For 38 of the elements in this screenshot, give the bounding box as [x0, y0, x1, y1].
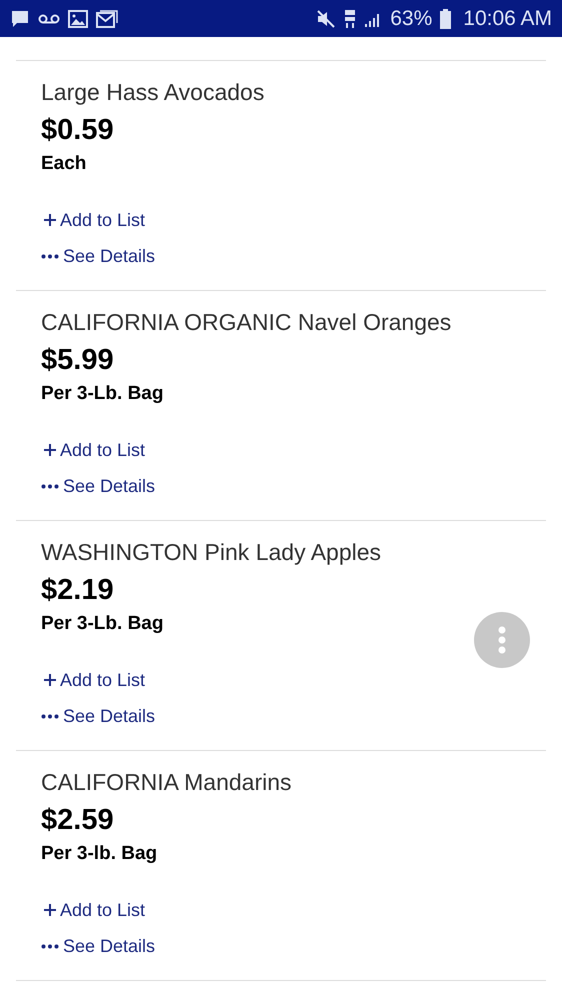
add-to-list-link[interactable]: Add to List: [41, 208, 146, 232]
product-name: WASHINGTON Pink Lady Apples: [41, 538, 382, 566]
more-icon: [41, 254, 59, 258]
see-details-link[interactable]: See Details: [41, 704, 156, 728]
product-name: CALIFORNIA Mandarins: [41, 768, 292, 796]
plus-icon: [44, 444, 56, 456]
more-icon: [41, 944, 59, 948]
message-icon: [10, 8, 30, 28]
price-unit: Per 3-Lb. Bag: [41, 613, 164, 635]
add-to-list-link[interactable]: Add to List: [41, 668, 146, 692]
add-to-list-link[interactable]: Add to List: [41, 438, 146, 462]
product-price: $0.59: [41, 113, 114, 147]
product-name: CALIFORNIA ORGANIC Navel Oranges: [41, 308, 452, 336]
product-price: $5.99: [41, 343, 114, 377]
mute-icon: [316, 10, 336, 28]
network-icon: [344, 8, 356, 28]
more-icon: [41, 484, 59, 488]
voicemail-icon: [38, 14, 60, 24]
see-details-link[interactable]: See Details: [41, 934, 156, 958]
product-name: Large Hass Avocados: [41, 78, 264, 106]
product-price: $2.19: [41, 573, 114, 607]
more-vertical-icon: [498, 626, 506, 654]
plus-icon: [44, 214, 56, 226]
battery-percentage: 63%: [390, 6, 432, 30]
price-unit: Per 3-lb. Bag: [41, 843, 158, 865]
mail-icon: [96, 10, 118, 28]
product-price: $2.59: [41, 803, 114, 837]
image-icon: [68, 10, 88, 28]
add-to-list-link[interactable]: Add to List: [41, 898, 146, 922]
price-unit: Per 3-Lb. Bag: [41, 383, 164, 405]
clock-time: 10:06 AM: [463, 6, 552, 30]
price-unit: Each: [41, 153, 86, 175]
plus-icon: [44, 674, 56, 686]
more-icon: [41, 714, 59, 718]
plus-icon: [44, 904, 56, 916]
see-details-link[interactable]: See Details: [41, 244, 156, 268]
battery-icon: [440, 8, 452, 28]
see-details-link[interactable]: See Details: [41, 474, 156, 498]
